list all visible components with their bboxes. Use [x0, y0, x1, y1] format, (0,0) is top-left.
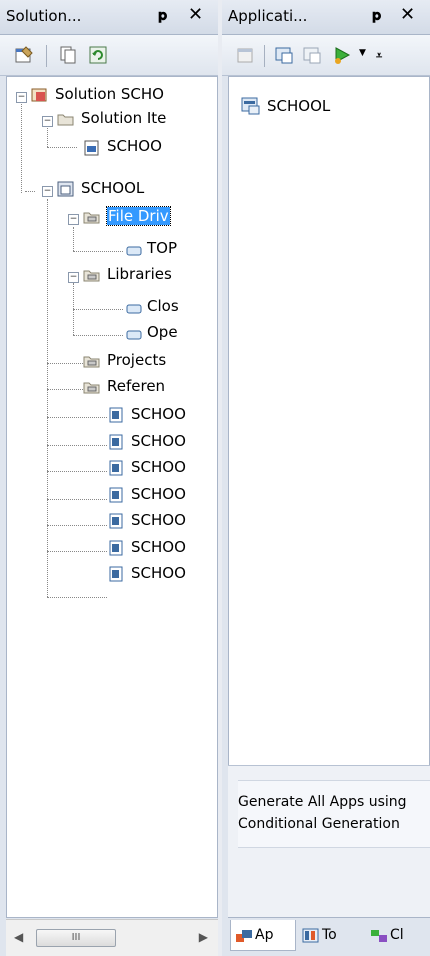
tab-label: Cl	[390, 927, 404, 943]
module-file-icon	[109, 460, 123, 476]
close-icon[interactable]: ✕	[400, 4, 415, 25]
tree-label: SCHOOL	[81, 179, 145, 197]
expander-collapse[interactable]: −	[42, 186, 53, 197]
templates-tab-icon	[302, 928, 319, 943]
folder-open-icon	[83, 212, 100, 224]
solution-explorer-title: Solution...	[6, 7, 82, 25]
tab-templates[interactable]: To	[298, 920, 362, 950]
folder-icon	[83, 356, 100, 368]
tree-label: Clos	[147, 297, 179, 315]
horizontal-scrollbar[interactable]: ◀ III ▶	[6, 919, 218, 956]
tree-label: Projects	[107, 351, 167, 369]
solution-tree: − Solution SCHO − Solution Ite SCHOO − S…	[6, 76, 218, 918]
module-file-icon	[109, 487, 123, 503]
applications-toolbar: ▼ ⩡	[222, 35, 430, 76]
make-app-icon[interactable]	[302, 45, 322, 65]
tree-label: SCHOO	[131, 432, 186, 450]
tree-label: SCHOO	[131, 405, 186, 423]
scroll-thumb-grip: III	[71, 932, 81, 943]
application-item[interactable]: SCHOOL	[241, 95, 430, 119]
tree-label: TOP	[147, 239, 178, 257]
application-label: SCHOOL	[267, 97, 331, 115]
pin-icon[interactable]: 𝐩	[158, 6, 167, 24]
expander-collapse[interactable]: −	[68, 272, 79, 283]
tree-label: SCHOO	[131, 485, 186, 503]
tab-applications[interactable]: Ap	[230, 920, 296, 951]
module-file-icon	[109, 407, 123, 423]
tree-label: Referen	[107, 377, 166, 395]
tab-classes[interactable]: Cl	[366, 920, 430, 950]
applications-title: Applicati...	[228, 7, 308, 25]
tree-label: Solution Ite	[81, 109, 167, 127]
solution-explorer-pane: Solution... 𝐩 ✕ − Solution SCHO − Soluti…	[0, 0, 218, 956]
applications-pane: Applicati... 𝐩 ✕ ▼ ⩡ SCHOOL Generate All…	[222, 0, 430, 956]
tree-label: SCHOO	[131, 564, 186, 582]
project-icon	[57, 181, 74, 197]
file-icon	[84, 140, 99, 156]
library-icon	[126, 330, 142, 340]
tree-label: SCHOO	[131, 538, 186, 556]
tree-label-selected: File Driv	[106, 206, 171, 226]
library-icon	[126, 304, 142, 314]
show-all-files-icon[interactable]	[58, 45, 78, 65]
tree-label: SCHOO	[131, 458, 186, 476]
overflow-icon[interactable]: ⩡	[376, 49, 382, 63]
run-icon[interactable]	[332, 45, 352, 65]
applications-titlebar: Applicati... 𝐩 ✕	[222, 0, 430, 35]
generate-app-icon[interactable]	[274, 45, 294, 65]
folder-open-icon	[83, 270, 100, 282]
description-panel: Generate All Apps using Conditional Gene…	[228, 765, 430, 918]
description-line: Generate All Apps using	[238, 794, 407, 810]
tab-label: To	[322, 927, 337, 943]
module-file-icon	[109, 540, 123, 556]
solution-icon	[31, 88, 47, 102]
tree-label: SCHOO	[131, 511, 186, 529]
description-line: Conditional Generation	[238, 816, 400, 832]
properties-icon[interactable]	[236, 45, 256, 65]
tree-label: Solution SCHO	[55, 85, 164, 103]
dropdown-arrow-icon[interactable]: ▼	[359, 48, 366, 58]
scroll-thumb[interactable]: III	[36, 929, 116, 947]
module-file-icon	[109, 434, 123, 450]
applications-list: SCHOOL	[228, 76, 430, 766]
classes-tab-icon	[371, 930, 387, 942]
scroll-right-icon[interactable]: ▶	[199, 930, 208, 944]
close-icon[interactable]: ✕	[188, 4, 203, 25]
tree-label: Libraries	[107, 265, 172, 283]
tree-label: SCHOO	[107, 137, 162, 155]
folder-icon	[57, 114, 74, 126]
expander-collapse[interactable]: −	[16, 92, 27, 103]
expander-collapse[interactable]: −	[68, 214, 79, 225]
tab-label: Ap	[255, 927, 274, 943]
application-icon	[241, 97, 260, 115]
folder-icon	[83, 382, 100, 394]
module-file-icon	[109, 513, 123, 529]
expander-collapse[interactable]: −	[42, 116, 53, 127]
bottom-tabs: Ap To Cl	[228, 917, 430, 956]
scroll-left-icon[interactable]: ◀	[14, 930, 23, 944]
solution-explorer-toolbar	[0, 35, 218, 76]
module-file-icon	[109, 566, 123, 582]
driver-icon	[126, 246, 142, 256]
description-text: Generate All Apps using Conditional Gene…	[238, 780, 430, 848]
properties-icon[interactable]	[14, 45, 34, 65]
applications-tab-icon	[236, 930, 252, 942]
solution-explorer-titlebar: Solution... 𝐩 ✕	[0, 0, 218, 35]
tree-label: Ope	[147, 323, 178, 341]
refresh-icon[interactable]	[88, 45, 108, 65]
pin-icon[interactable]: 𝐩	[372, 6, 381, 24]
